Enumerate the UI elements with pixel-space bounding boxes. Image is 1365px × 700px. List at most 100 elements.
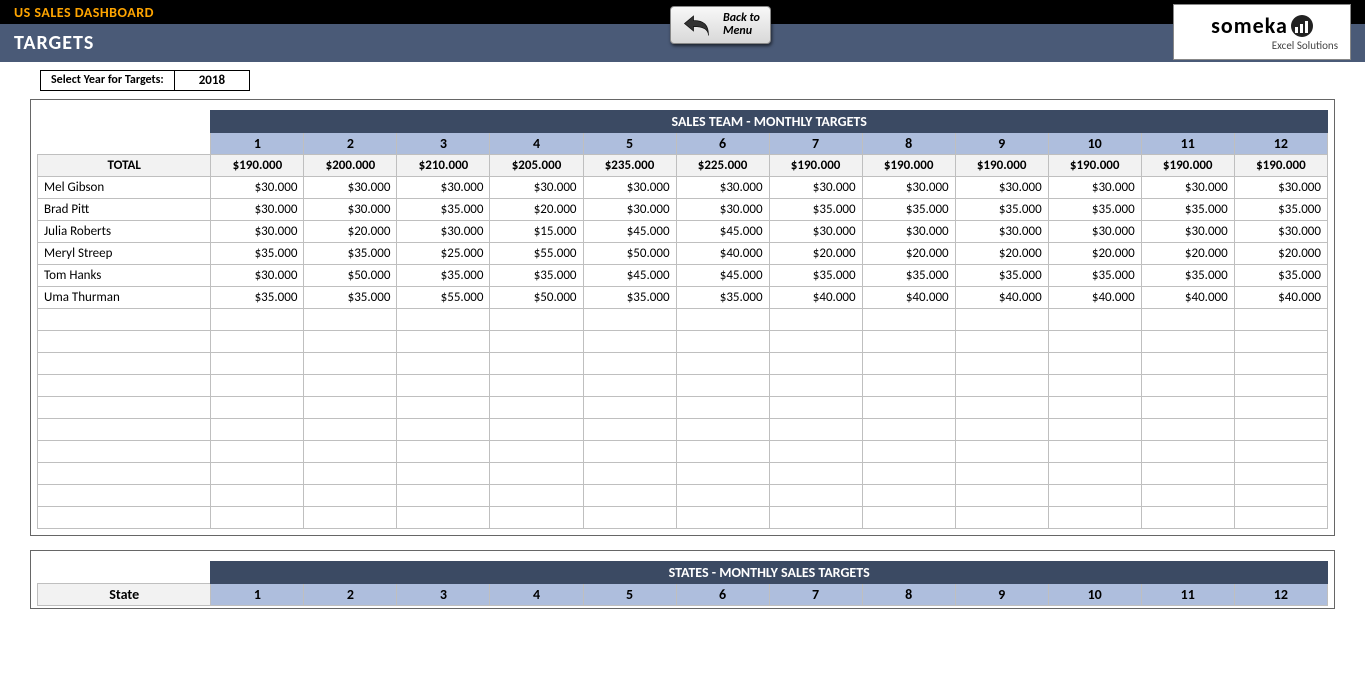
target-cell[interactable]: $40.000 bbox=[1141, 287, 1234, 309]
target-cell[interactable] bbox=[676, 507, 769, 529]
back-to-menu-button[interactable]: Back toMenu bbox=[670, 6, 771, 44]
target-cell[interactable] bbox=[211, 441, 304, 463]
target-cell[interactable]: $35.000 bbox=[1141, 199, 1234, 221]
target-cell[interactable] bbox=[955, 485, 1048, 507]
target-cell[interactable]: $30.000 bbox=[490, 177, 583, 199]
target-cell[interactable] bbox=[769, 309, 862, 331]
target-cell[interactable]: $30.000 bbox=[1048, 177, 1141, 199]
target-cell[interactable] bbox=[769, 353, 862, 375]
target-cell[interactable]: $30.000 bbox=[397, 177, 490, 199]
target-cell[interactable]: $30.000 bbox=[676, 177, 769, 199]
target-cell[interactable] bbox=[304, 485, 397, 507]
target-cell[interactable] bbox=[1141, 331, 1234, 353]
target-cell[interactable] bbox=[490, 419, 583, 441]
target-cell[interactable] bbox=[676, 441, 769, 463]
target-cell[interactable] bbox=[490, 507, 583, 529]
target-cell[interactable] bbox=[955, 309, 1048, 331]
target-cell[interactable]: $30.000 bbox=[955, 221, 1048, 243]
target-cell[interactable] bbox=[304, 397, 397, 419]
target-cell[interactable] bbox=[490, 463, 583, 485]
target-cell[interactable]: $30.000 bbox=[769, 221, 862, 243]
target-cell[interactable] bbox=[862, 397, 955, 419]
target-cell[interactable] bbox=[769, 441, 862, 463]
target-cell[interactable]: $30.000 bbox=[676, 199, 769, 221]
target-cell[interactable] bbox=[676, 419, 769, 441]
person-name-cell[interactable] bbox=[38, 331, 211, 353]
target-cell[interactable]: $35.000 bbox=[955, 265, 1048, 287]
target-cell[interactable]: $30.000 bbox=[211, 177, 304, 199]
target-cell[interactable] bbox=[955, 375, 1048, 397]
target-cell[interactable]: $30.000 bbox=[397, 221, 490, 243]
target-cell[interactable] bbox=[676, 397, 769, 419]
target-cell[interactable] bbox=[1141, 375, 1234, 397]
target-cell[interactable]: $35.000 bbox=[676, 287, 769, 309]
target-cell[interactable] bbox=[1048, 507, 1141, 529]
target-cell[interactable]: $40.000 bbox=[1048, 287, 1141, 309]
target-cell[interactable] bbox=[490, 485, 583, 507]
target-cell[interactable] bbox=[397, 309, 490, 331]
target-cell[interactable] bbox=[955, 397, 1048, 419]
person-name-cell[interactable]: Meryl Streep bbox=[38, 243, 211, 265]
target-cell[interactable]: $20.000 bbox=[862, 243, 955, 265]
target-cell[interactable] bbox=[955, 331, 1048, 353]
target-cell[interactable]: $55.000 bbox=[490, 243, 583, 265]
target-cell[interactable]: $35.000 bbox=[211, 287, 304, 309]
target-cell[interactable] bbox=[955, 419, 1048, 441]
target-cell[interactable] bbox=[862, 441, 955, 463]
target-cell[interactable] bbox=[211, 331, 304, 353]
target-cell[interactable] bbox=[304, 507, 397, 529]
target-cell[interactable] bbox=[304, 419, 397, 441]
person-name-cell[interactable] bbox=[38, 309, 211, 331]
target-cell[interactable] bbox=[397, 375, 490, 397]
target-cell[interactable] bbox=[1048, 485, 1141, 507]
target-cell[interactable] bbox=[1141, 353, 1234, 375]
target-cell[interactable] bbox=[1141, 507, 1234, 529]
target-cell[interactable]: $50.000 bbox=[304, 265, 397, 287]
target-cell[interactable] bbox=[862, 507, 955, 529]
target-cell[interactable] bbox=[304, 353, 397, 375]
target-cell[interactable] bbox=[676, 463, 769, 485]
target-cell[interactable] bbox=[583, 375, 676, 397]
target-cell[interactable]: $20.000 bbox=[955, 243, 1048, 265]
target-cell[interactable]: $35.000 bbox=[862, 199, 955, 221]
target-cell[interactable] bbox=[1141, 485, 1234, 507]
person-name-cell[interactable] bbox=[38, 507, 211, 529]
target-cell[interactable] bbox=[955, 507, 1048, 529]
target-cell[interactable]: $35.000 bbox=[304, 243, 397, 265]
target-cell[interactable] bbox=[676, 309, 769, 331]
target-cell[interactable]: $35.000 bbox=[397, 199, 490, 221]
target-cell[interactable]: $30.000 bbox=[211, 221, 304, 243]
target-cell[interactable] bbox=[1141, 441, 1234, 463]
target-cell[interactable] bbox=[676, 353, 769, 375]
target-cell[interactable]: $30.000 bbox=[1141, 221, 1234, 243]
target-cell[interactable] bbox=[1234, 419, 1327, 441]
person-name-cell[interactable] bbox=[38, 397, 211, 419]
target-cell[interactable] bbox=[862, 375, 955, 397]
target-cell[interactable] bbox=[211, 485, 304, 507]
person-name-cell[interactable] bbox=[38, 353, 211, 375]
target-cell[interactable] bbox=[1048, 331, 1141, 353]
target-cell[interactable] bbox=[1048, 463, 1141, 485]
target-cell[interactable]: $35.000 bbox=[955, 199, 1048, 221]
person-name-cell[interactable]: Brad Pitt bbox=[38, 199, 211, 221]
target-cell[interactable]: $25.000 bbox=[397, 243, 490, 265]
target-cell[interactable]: $45.000 bbox=[583, 265, 676, 287]
target-cell[interactable] bbox=[304, 375, 397, 397]
target-cell[interactable] bbox=[583, 353, 676, 375]
target-cell[interactable]: $35.000 bbox=[397, 265, 490, 287]
target-cell[interactable] bbox=[955, 463, 1048, 485]
target-cell[interactable]: $35.000 bbox=[490, 265, 583, 287]
target-cell[interactable] bbox=[769, 507, 862, 529]
target-cell[interactable]: $30.000 bbox=[769, 177, 862, 199]
target-cell[interactable] bbox=[211, 397, 304, 419]
target-cell[interactable]: $40.000 bbox=[955, 287, 1048, 309]
person-name-cell[interactable]: Uma Thurman bbox=[38, 287, 211, 309]
target-cell[interactable] bbox=[1234, 353, 1327, 375]
target-cell[interactable] bbox=[769, 485, 862, 507]
target-cell[interactable] bbox=[862, 419, 955, 441]
target-cell[interactable] bbox=[583, 463, 676, 485]
target-cell[interactable]: $45.000 bbox=[676, 265, 769, 287]
target-cell[interactable] bbox=[304, 441, 397, 463]
target-cell[interactable] bbox=[490, 397, 583, 419]
target-cell[interactable] bbox=[1234, 397, 1327, 419]
